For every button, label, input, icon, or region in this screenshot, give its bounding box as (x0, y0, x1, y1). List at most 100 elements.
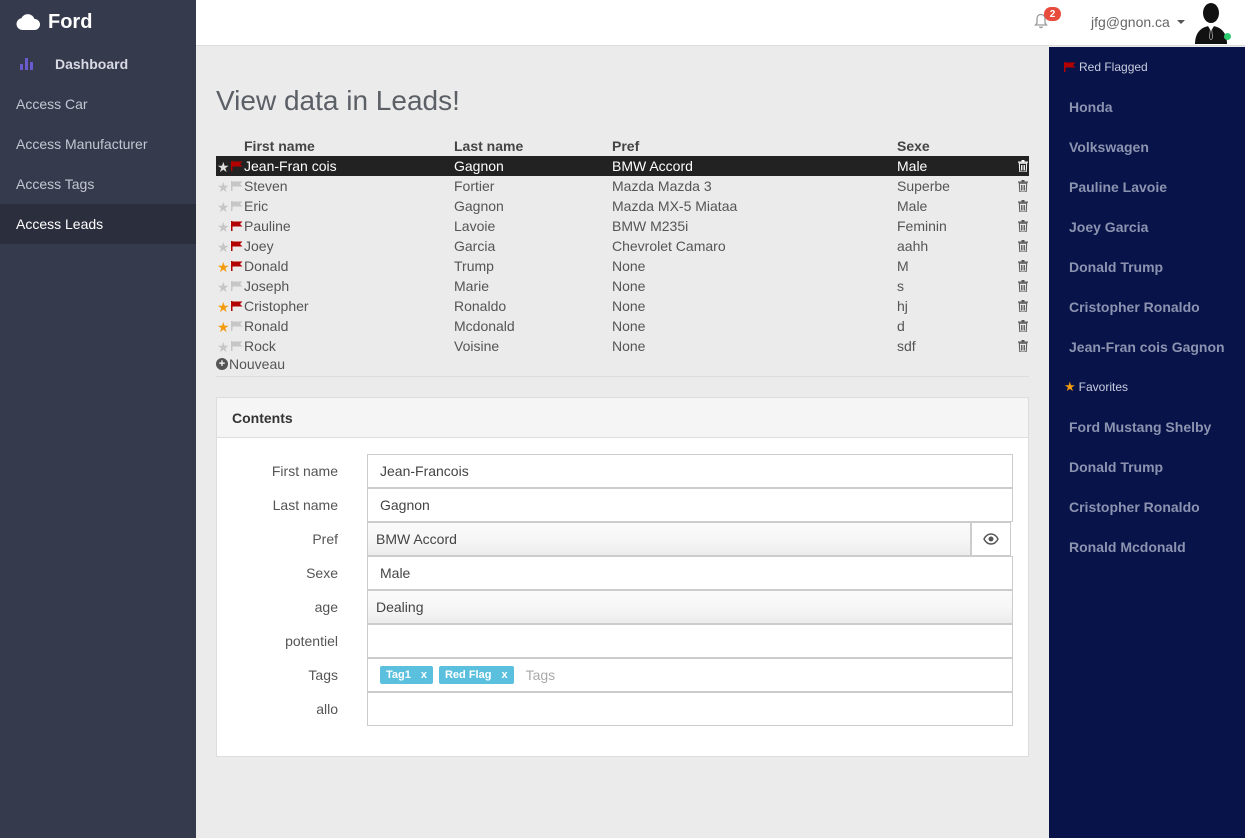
trash-icon[interactable] (1018, 160, 1028, 172)
flag-icon[interactable] (231, 161, 243, 171)
table-row[interactable]: ★ Pauline Lavoie BMW M235i Feminin (216, 216, 1029, 236)
cell-pref: BMW M235i (612, 218, 689, 234)
header-sexe[interactable]: Sexe (897, 138, 930, 154)
right-panel-item[interactable]: Joey Garcia (1049, 207, 1245, 247)
last-name-field[interactable]: Gagnon (367, 488, 1013, 522)
flag-icon[interactable] (231, 281, 243, 291)
panel-title: Contents (217, 398, 1028, 438)
star-icon[interactable]: ★ (217, 298, 230, 316)
table-row[interactable]: ★ Jean-Fran cois Gagnon BMW Accord Male (216, 156, 1029, 176)
cell-sexe: M (897, 258, 909, 274)
sidebar-item-label: Access Leads (16, 216, 104, 232)
flag-icon[interactable] (231, 181, 243, 191)
remove-tag-button[interactable]: x (421, 669, 427, 681)
table-row[interactable]: ★ Joey Garcia Chevrolet Camaro aahh (216, 236, 1029, 256)
sidebar-item-access-manufacturer[interactable]: Access Manufacturer (0, 124, 196, 164)
cell-sexe: hj (897, 298, 908, 314)
trash-icon[interactable] (1018, 260, 1028, 272)
form-row-tags: Tags Tag1 x Red Flag x Tags (217, 658, 1030, 692)
cell-pref: Mazda Mazda 3 (612, 178, 712, 194)
trash-icon[interactable] (1018, 320, 1028, 332)
right-panel-item[interactable]: Ford Mustang Shelby (1049, 407, 1245, 447)
star-icon[interactable]: ★ (217, 198, 230, 216)
cell-first-name: Donald (244, 258, 289, 274)
star-icon[interactable]: ★ (217, 158, 230, 176)
new-lead-label: Nouveau (229, 356, 286, 372)
table-row[interactable]: ★ Eric Gagnon Mazda MX-5 Miataa Male (216, 196, 1029, 216)
allo-field[interactable] (367, 692, 1013, 726)
right-panel-item[interactable]: Donald Trump (1049, 447, 1245, 487)
header-pref[interactable]: Pref (612, 138, 639, 154)
cell-sexe: Male (897, 198, 928, 214)
tags-input[interactable]: Tag1 x Red Flag x Tags (367, 658, 1013, 692)
right-panel: Red Flagged Honda Volkswagen Pauline Lavoi… (1049, 47, 1245, 838)
remove-tag-button[interactable]: x (501, 669, 507, 681)
form-row-first-name: First name Jean-Francois (217, 454, 1030, 488)
age-select[interactable]: Dealing (367, 590, 1013, 624)
right-panel-item[interactable]: Cristopher Ronaldo (1049, 487, 1245, 527)
flag-icon[interactable] (231, 201, 243, 211)
star-icon[interactable]: ★ (217, 238, 230, 256)
potentiel-field[interactable] (367, 624, 1013, 658)
star-icon: ★ (1064, 379, 1076, 394)
trash-icon[interactable] (1018, 340, 1028, 352)
trash-icon[interactable] (1018, 240, 1028, 252)
right-panel-item[interactable]: Honda (1049, 87, 1245, 127)
star-icon[interactable]: ★ (217, 178, 230, 196)
cell-first-name: Eric (244, 198, 269, 214)
table-row[interactable]: ★ Cristopher Ronaldo None hj (216, 296, 1029, 316)
header-last-name[interactable]: Last name (454, 138, 523, 154)
sidebar-item-access-leads[interactable]: Access Leads (0, 204, 196, 244)
trash-icon[interactable] (1018, 200, 1028, 212)
sidebar-item-dashboard[interactable]: Dashboard (0, 44, 196, 84)
view-pref-button[interactable] (971, 522, 1011, 556)
right-panel-item[interactable]: Jean-Fran cois Gagnon (1049, 327, 1245, 367)
table-row[interactable]: ★ Ronald Mcdonald None d (216, 316, 1029, 336)
flag-icon[interactable] (231, 241, 243, 251)
header-first-name[interactable]: First name (244, 138, 315, 154)
cell-last-name: Mcdonald (454, 318, 515, 334)
right-panel-item[interactable]: Donald Trump (1049, 247, 1245, 287)
first-name-field[interactable]: Jean-Francois (367, 454, 1013, 488)
star-icon[interactable]: ★ (217, 318, 230, 336)
star-icon[interactable]: ★ (217, 258, 230, 276)
flag-icon[interactable] (231, 341, 243, 351)
table-row[interactable]: ★ Joseph Marie None s (216, 276, 1029, 296)
flag-icon[interactable] (231, 261, 243, 271)
sidebar-item-label: Dashboard (55, 56, 129, 72)
table-row[interactable]: ★ Steven Fortier Mazda Mazda 3 Superbe (216, 176, 1029, 196)
trash-icon[interactable] (1018, 300, 1028, 312)
trash-icon[interactable] (1018, 280, 1028, 292)
cell-last-name: Gagnon (454, 198, 504, 214)
trash-icon[interactable] (1018, 180, 1028, 192)
star-icon[interactable]: ★ (217, 278, 230, 296)
flag-icon[interactable] (231, 321, 243, 331)
tags-placeholder[interactable]: Tags (526, 667, 556, 683)
cell-sexe: Superbe (897, 178, 950, 194)
new-lead-button[interactable]: + Nouveau (216, 356, 285, 372)
trash-icon[interactable] (1018, 220, 1028, 232)
table-row[interactable]: ★ Donald Trump None M (216, 256, 1029, 276)
user-email[interactable]: jfg@gnon.ca (1091, 14, 1170, 30)
brand[interactable]: Ford (0, 0, 196, 44)
sidebar-item-access-car[interactable]: Access Car (0, 84, 196, 124)
pref-select[interactable]: BMW Accord (367, 522, 971, 556)
right-panel-item[interactable]: Cristopher Ronaldo (1049, 287, 1245, 327)
cell-last-name: Marie (454, 278, 490, 294)
cell-last-name: Voisine (454, 338, 500, 354)
right-panel-item[interactable]: Pauline Lavoie (1049, 167, 1245, 207)
right-panel-item[interactable]: Volkswagen (1049, 127, 1245, 167)
sexe-field[interactable]: Male (367, 556, 1013, 590)
table-row[interactable]: ★ Rock Voisine None sdf (216, 336, 1029, 356)
chevron-down-icon[interactable] (1177, 20, 1185, 24)
star-icon[interactable]: ★ (217, 338, 230, 356)
star-icon[interactable]: ★ (217, 218, 230, 236)
flag-icon[interactable] (231, 301, 243, 311)
form-row-age: age Dealing (217, 590, 1030, 624)
tag-chip: Tag1 x (380, 666, 433, 684)
sidebar-item-access-tags[interactable]: Access Tags (0, 164, 196, 204)
right-panel-item[interactable]: Ronald Mcdonald (1049, 527, 1245, 567)
cell-pref: None (612, 298, 646, 314)
topbar: 2 jfg@gnon.ca (196, 0, 1245, 46)
flag-icon[interactable] (231, 221, 243, 231)
